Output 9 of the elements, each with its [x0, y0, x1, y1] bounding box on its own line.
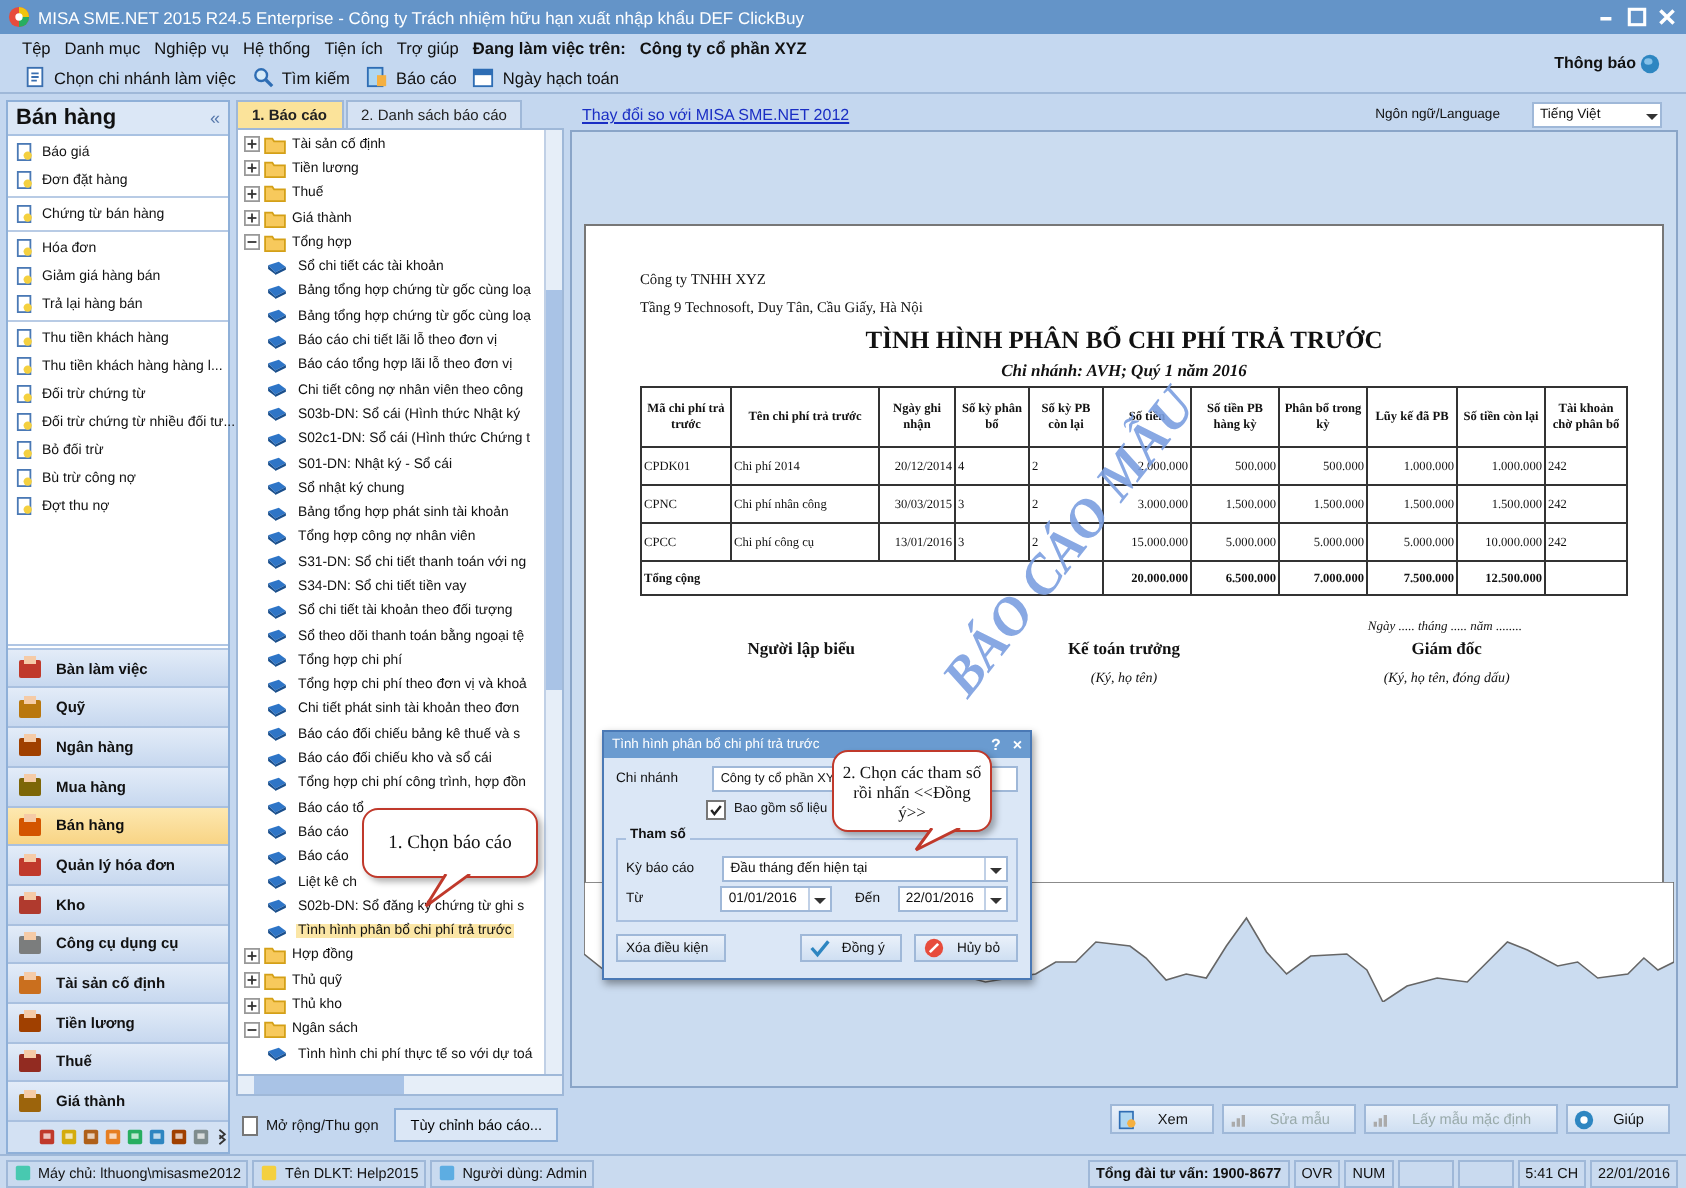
signature-role: Giám đốc: [1411, 638, 1482, 658]
signature-role: Người lập biểu: [747, 638, 856, 658]
report-title: TÌNH HÌNH PHÂN BỔ CHI PHÍ TRẢ TRƯỚC: [863, 326, 1385, 356]
working-on-label: Đang làm việc trên:: [472, 38, 626, 58]
report-subtitle: Chi nhánh: AVH; Quý 1 năm 2016: [999, 360, 1249, 380]
working-on-company: Công ty cổ phần XYZ: [639, 38, 807, 58]
signature-role: Kế toán trưởng: [1067, 638, 1181, 658]
panel-title: Bán hàng: [16, 106, 119, 130]
window-title: MISA SME.NET 2015 R24.5 Enterprise - Công ty Trách nhiệm hữu hạn xuất nhập khẩu DEF ClickBuy: [38, 7, 807, 27]
